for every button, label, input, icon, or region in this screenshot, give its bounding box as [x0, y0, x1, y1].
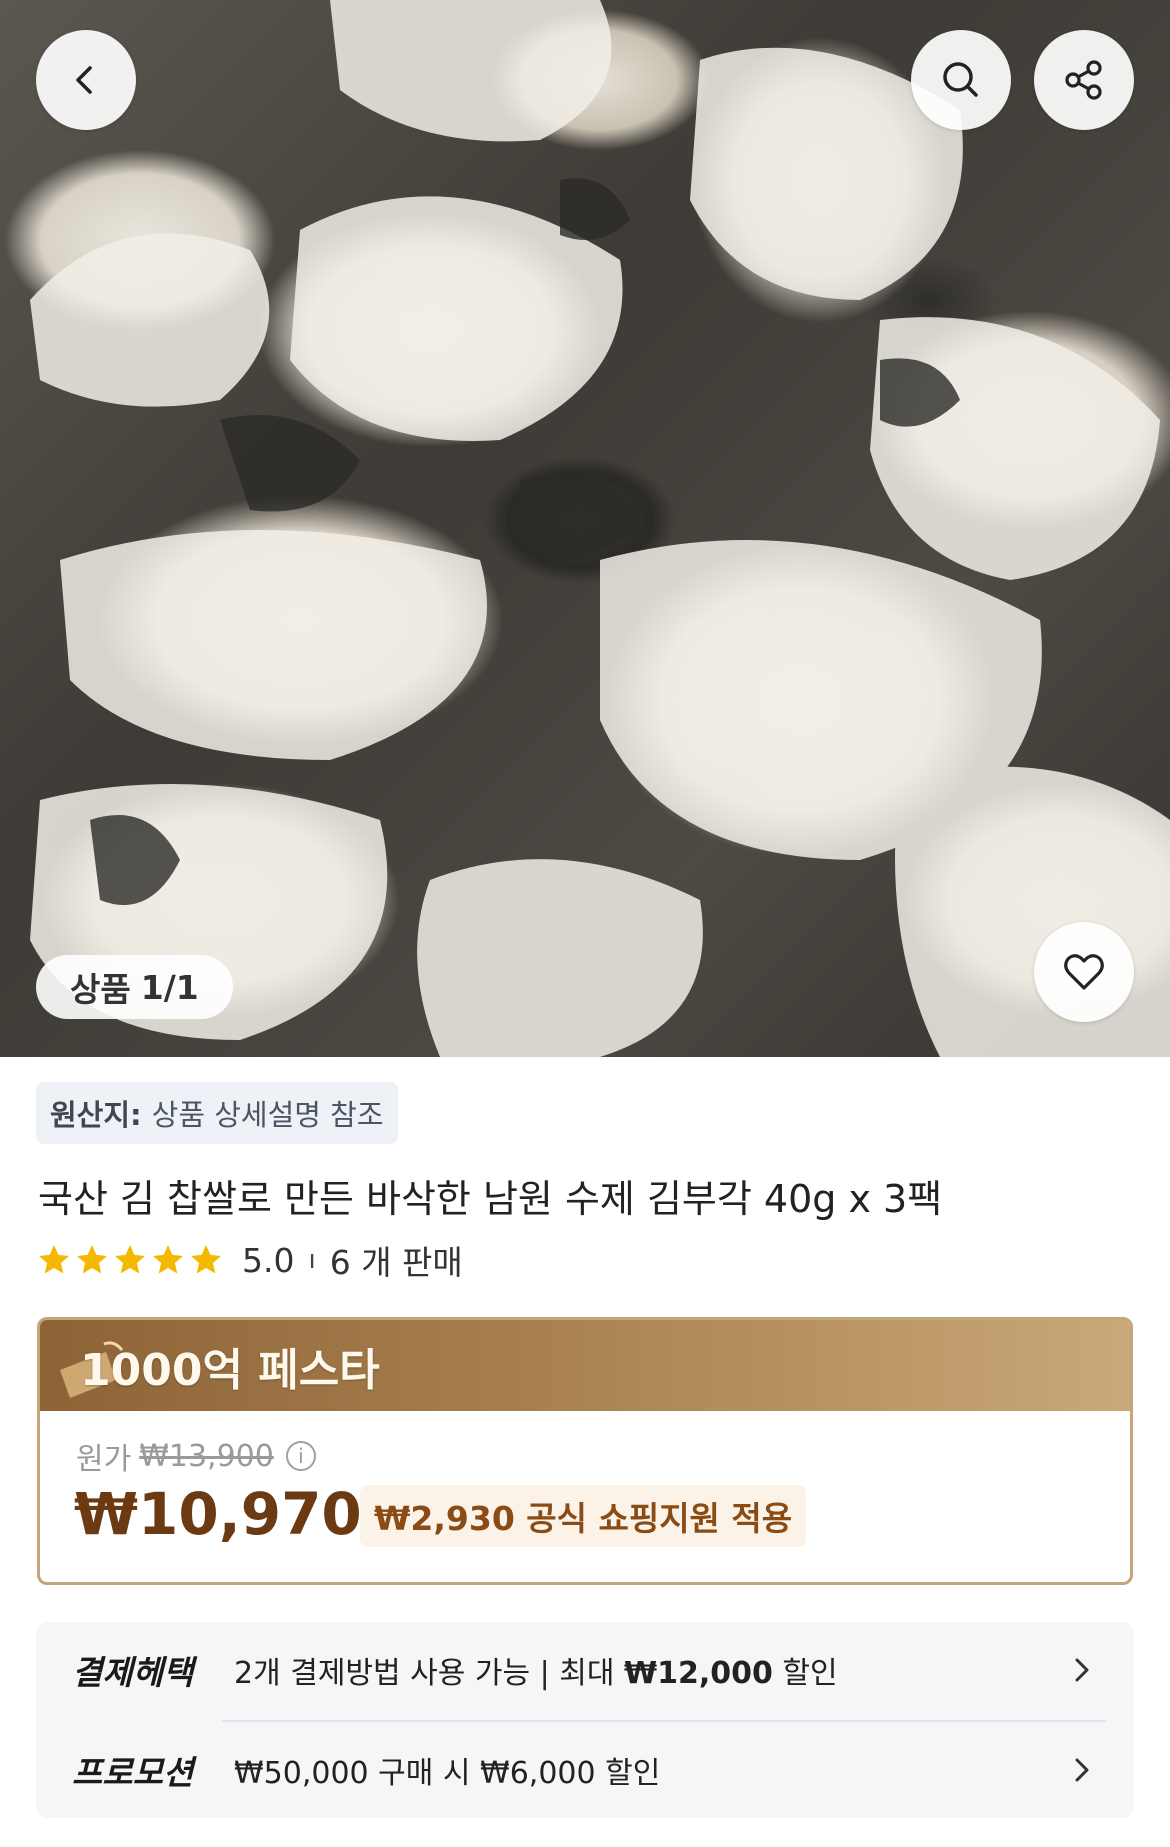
- original-price-row: 원가 ₩13,900 i: [76, 1434, 316, 1478]
- payment-benefit-row[interactable]: 결제헤택 2개 결제방법 사용 가능 | 최대 ₩12,000 할인: [72, 1622, 1098, 1718]
- sale-price: ₩10,970: [74, 1480, 362, 1548]
- promo-title: 1000억 페스타: [80, 1344, 380, 1396]
- sales-count: 6 개 판매: [329, 1243, 463, 1282]
- origin-label: 원산지:: [50, 1098, 142, 1132]
- chevron-left-icon: [76, 66, 92, 94]
- star-icon: [115, 1245, 145, 1274]
- origin-badge: 원산지: 상품 상세설명 참조: [36, 1082, 398, 1144]
- shopping-support-badge: ₩2,930 공식 쇼핑지원 적용: [360, 1485, 807, 1547]
- benefits-panel: 결제헤택 2개 결제방법 사용 가능 | 최대 ₩12,000 할인 프로모션 …: [36, 1622, 1134, 1818]
- payment-benefit-text: 2개 결제방법 사용 가능 | 최대 ₩12,000 할인: [234, 1648, 1066, 1692]
- star-icon: [153, 1245, 183, 1274]
- chevron-right-icon: [1075, 1658, 1089, 1682]
- rating-row[interactable]: 5.0 ı 6 개 판매: [36, 1240, 463, 1282]
- image-counter-label: 상품: [70, 970, 131, 1009]
- product-image[interactable]: 상품 1/1: [0, 0, 1170, 1057]
- search-icon: [943, 62, 978, 97]
- image-counter-value: 1/1: [140, 967, 199, 1007]
- image-counter: 상품 1/1: [36, 955, 233, 1019]
- promotion-benefit-label: 프로모션: [72, 1753, 194, 1792]
- original-price-label: 원가: [76, 1442, 132, 1477]
- product-photo: [30, 0, 1170, 1057]
- origin-value: 상품 상세설명 참조: [151, 1098, 384, 1132]
- promo-banner: 1000억 페스타: [40, 1320, 1130, 1411]
- search-button[interactable]: [911, 30, 1011, 130]
- info-icon[interactable]: i: [285, 1441, 316, 1471]
- promotion-benefit-row[interactable]: 프로모션 ₩50,000 구매 시 ₩6,000 할인: [72, 1722, 1098, 1818]
- like-button[interactable]: [1034, 922, 1134, 1022]
- rating-separator: ı: [308, 1245, 316, 1275]
- share-button[interactable]: [1034, 30, 1134, 130]
- payment-benefit-suffix: 할인: [772, 1656, 838, 1691]
- promo-price-box: 1000억 페스타 원가 ₩13,900 i ₩10,970 ₩2,930 공식…: [37, 1317, 1133, 1585]
- payment-benefit-amount: ₩12,000: [624, 1656, 773, 1691]
- star-icon: [77, 1245, 107, 1274]
- star-icon: [191, 1245, 221, 1274]
- star-icon: [39, 1245, 69, 1274]
- payment-benefit-desc: 2개 결제방법 사용 가능 | 최대: [234, 1656, 625, 1691]
- original-price: ₩13,900: [139, 1438, 274, 1474]
- back-button[interactable]: [36, 30, 136, 130]
- promotion-benefit-text: ₩50,000 구매 시 ₩6,000 할인: [234, 1756, 661, 1791]
- payment-benefit-label: 결제헤택: [72, 1653, 194, 1692]
- share-icon: [1065, 60, 1102, 100]
- product-title: 국산 김 찹쌀로 만든 바삭한 남원 수제 김부각 40g x 3팩: [38, 1177, 943, 1221]
- chevron-right-icon: [1075, 1758, 1089, 1782]
- heart-icon: [1064, 954, 1104, 990]
- rating-value: 5.0: [242, 1240, 295, 1280]
- rating-stars: [36, 1242, 224, 1278]
